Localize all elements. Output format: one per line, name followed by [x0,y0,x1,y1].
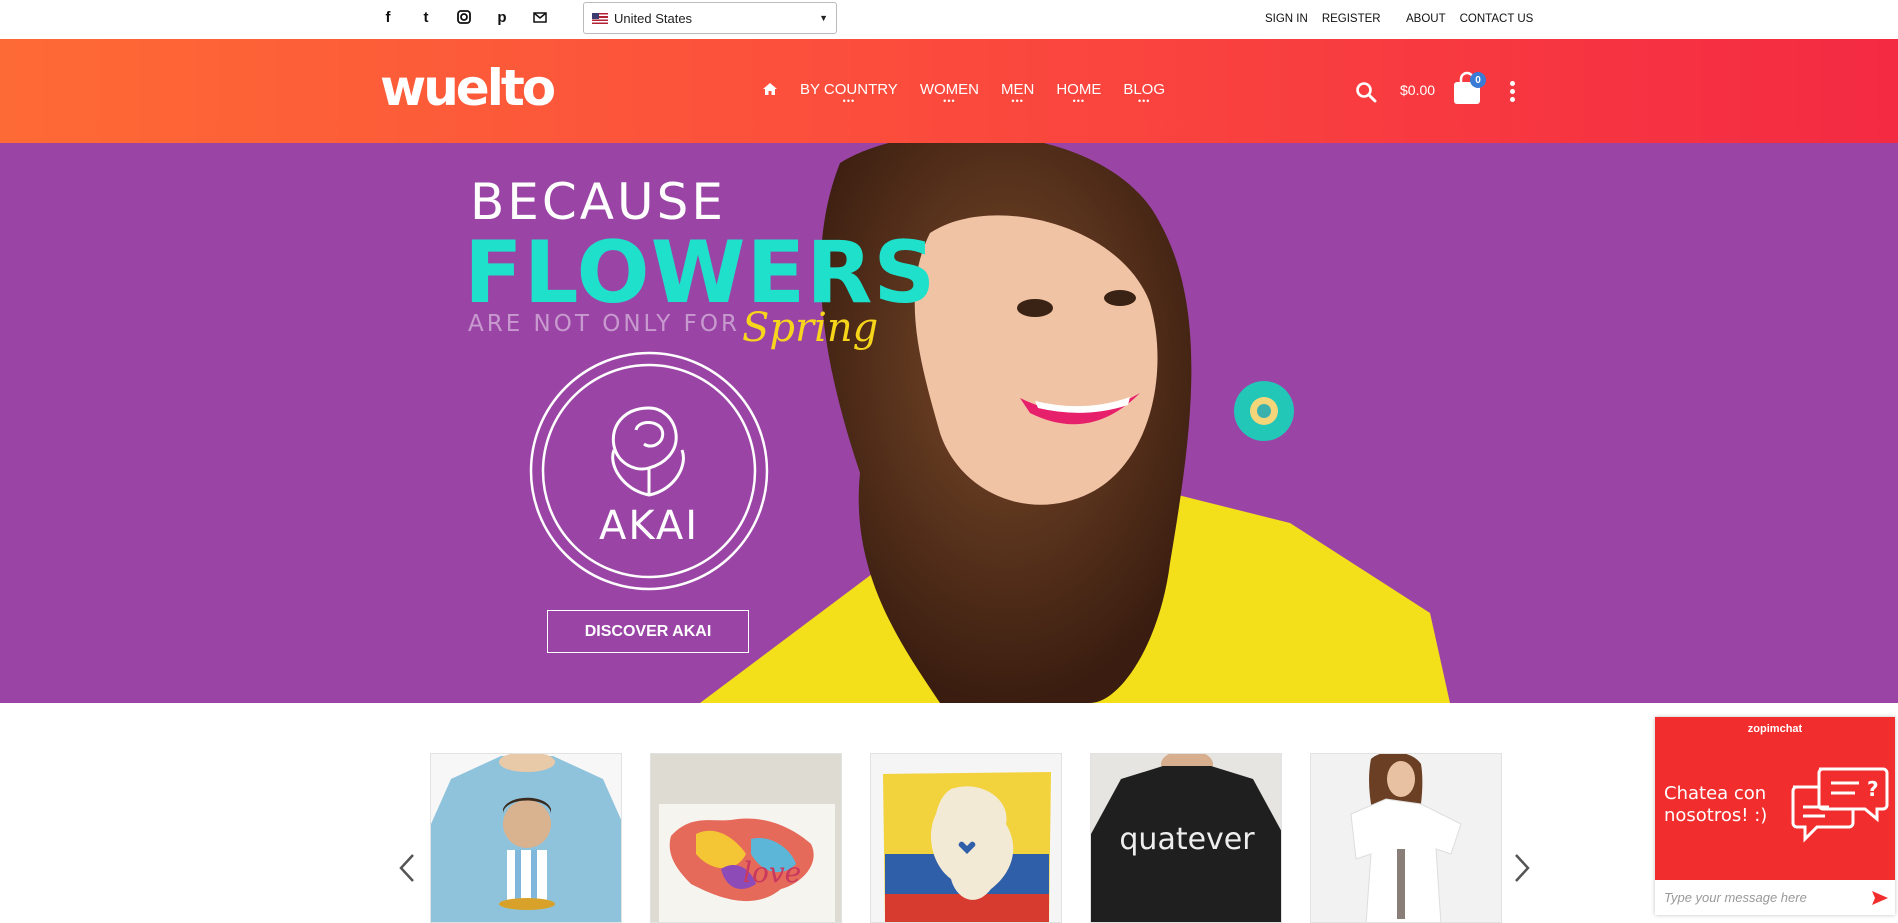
cart-count-badge: 0 [1470,72,1486,88]
pinterest-icon[interactable]: p [494,8,510,26]
dropdown-dots-icon: ••• [1137,96,1151,106]
svg-text:love: love [743,856,801,889]
chat-header[interactable]: zopimchat Chatea con nosotros! :) ? [1655,717,1895,880]
akai-rose-logo [529,351,769,591]
akai-brand-text: AKAI [598,503,700,549]
top-bar: f t p United States ▼ SIGN IN REGISTER A… [0,0,1898,39]
hero-line-spring: Spring [742,305,879,351]
zopim-brand: zopimchat [1747,723,1803,735]
product-carousel: love quatever [0,703,1898,923]
dropdown-dots-icon: ••• [842,96,856,106]
home-icon [763,83,777,95]
nav-home[interactable] [762,81,778,104]
quatever-print: quatever [1119,822,1255,857]
discover-akai-button[interactable]: DISCOVER AKAI [547,610,749,653]
hero-banner[interactable]: BECAUSE FLOWERS ARE NOT ONLY FOR Spring … [0,143,1898,703]
carousel-prev-icon[interactable] [398,853,416,883]
chat-greeting: Chatea con nosotros! :) [1664,783,1768,826]
carousel-next-icon[interactable] [1513,853,1531,883]
dropdown-dots-icon: ••• [943,96,956,106]
contact-us-link[interactable]: CONTACT US [1460,13,1534,25]
country-select[interactable]: United States ▼ [583,2,837,34]
account-links: SIGN IN REGISTER [1265,13,1381,25]
social-links: f t p [380,8,548,26]
info-links: ABOUT CONTACT US [1406,13,1533,25]
about-link[interactable]: ABOUT [1406,13,1446,25]
chat-widget[interactable]: zopimchat Chatea con nosotros! :) ? Type… [1655,717,1895,915]
country-select-value: United States [614,10,693,26]
sign-in-link[interactable]: SIGN IN [1265,13,1308,25]
product-white-tshirt[interactable] [1310,753,1502,923]
main-nav: BY COUNTRY ••• WOMEN ••• MEN ••• HOME ••… [762,81,1165,106]
facebook-icon[interactable]: f [380,8,396,26]
dropdown-dots-icon: ••• [1011,96,1024,106]
hero-line-not-only: ARE NOT ONLY FOR [468,311,740,337]
mail-icon[interactable] [532,8,548,26]
nav-women[interactable]: WOMEN ••• [920,81,979,106]
product-quatever-tshirt[interactable]: quatever [1090,753,1282,923]
more-menu-icon[interactable] [1510,81,1515,102]
nav-by-country[interactable]: BY COUNTRY ••• [800,81,898,106]
nav-blog[interactable]: BLOG ••• [1123,81,1165,106]
search-icon[interactable] [1355,81,1377,103]
twitter-icon[interactable]: t [418,8,434,26]
nav-men[interactable]: MEN ••• [1001,81,1034,106]
nav-home-decor[interactable]: HOME ••• [1056,81,1101,106]
caret-down-icon: ▼ [819,13,828,23]
chat-bubbles-icon: ? [1791,767,1889,843]
product-colombia-pillow[interactable] [870,753,1062,923]
us-flag-icon [592,12,608,24]
dropdown-dots-icon: ••• [1072,96,1086,106]
chat-message-input[interactable]: Type your message here [1664,890,1807,905]
svg-text:?: ? [1867,777,1879,801]
send-icon[interactable] [1871,890,1889,906]
product-soccer-tshirt[interactable] [430,753,622,923]
register-link[interactable]: REGISTER [1322,13,1381,25]
site-logo[interactable]: wuelto [380,63,556,113]
cart-total[interactable]: $0.00 [1400,82,1435,98]
product-venezuela-love-print[interactable]: love [650,753,842,923]
instagram-icon[interactable] [456,8,472,26]
main-header: wuelto BY COUNTRY ••• WOMEN ••• MEN ••• … [0,39,1898,143]
